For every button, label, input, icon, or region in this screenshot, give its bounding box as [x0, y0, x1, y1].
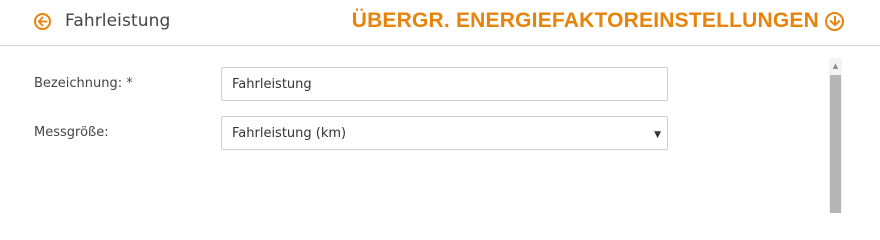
- section-title: ÜBERGR. ENERGIEFAKTOREINSTELLUNGEN: [351, 9, 819, 32]
- name-row: Bezeichnung: *: [34, 67, 668, 101]
- name-input[interactable]: [221, 67, 668, 101]
- arrow-left-glyph: [37, 16, 48, 26]
- scrollbar-thumb[interactable]: [830, 75, 841, 213]
- measure-row: Messgröße: Fahrleistung (km) ▼: [34, 116, 668, 150]
- measure-selected-value: Fahrleistung (km): [232, 125, 347, 141]
- arrow-left-circle-icon: [34, 12, 51, 30]
- arrow-down-circle-icon: [825, 11, 844, 31]
- measure-label: Messgröße:: [34, 125, 109, 140]
- vertical-scrollbar[interactable]: ▲: [829, 58, 842, 213]
- name-label: Bezeichnung: *: [34, 76, 133, 91]
- back-button[interactable]: Fahrleistung: [34, 11, 170, 31]
- chevron-down-icon: ▼: [654, 130, 661, 140]
- page-header: Fahrleistung ÜBERGR. ENERGIEFAKTOREINSTE…: [0, 0, 880, 46]
- measure-select[interactable]: Fahrleistung (km) ▼: [221, 116, 668, 150]
- scroll-up-icon[interactable]: ▲: [829, 58, 842, 73]
- arrow-down-glyph: [829, 15, 840, 27]
- energy-factor-settings-toggle[interactable]: ÜBERGR. ENERGIEFAKTOREINSTELLUNGEN: [352, 9, 844, 33]
- page-title: Fahrleistung: [65, 11, 171, 31]
